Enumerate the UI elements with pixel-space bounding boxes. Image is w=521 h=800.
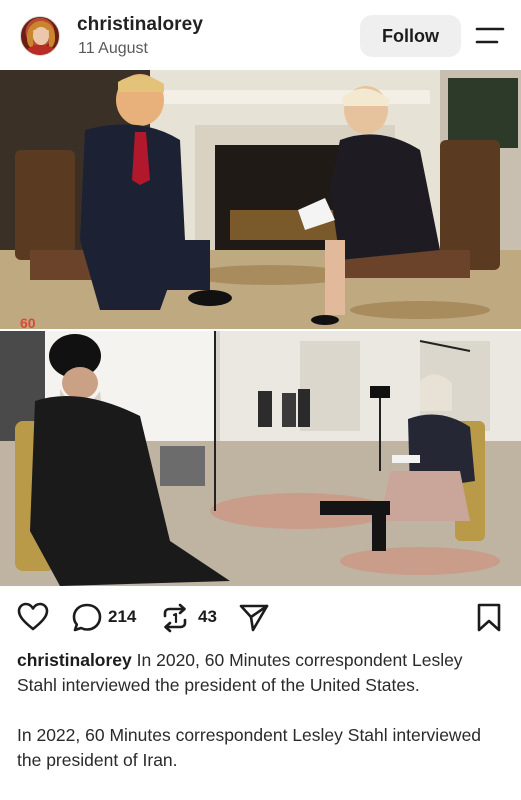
watermark-logo: 60 <box>20 315 36 329</box>
comment-icon[interactable] <box>71 602 103 632</box>
post-date: 11 August <box>78 40 148 57</box>
avatar[interactable] <box>20 16 60 56</box>
caption-text-2: In 2022, 60 Minutes correspondent Lesley… <box>17 725 482 770</box>
post-header: christinalorey 11 August Follow <box>0 0 521 70</box>
bottom-photo[interactable] <box>0 331 521 586</box>
share-icon[interactable] <box>238 602 270 632</box>
bookmark-icon[interactable] <box>476 602 502 632</box>
caption-username[interactable]: christinalorey <box>17 650 132 670</box>
comment-count: 214 <box>108 607 137 626</box>
menu-icon[interactable] <box>474 24 506 48</box>
repost-icon[interactable] <box>159 602 191 634</box>
heart-icon[interactable] <box>17 602 49 632</box>
post-caption: christinalorey In 2020, 60 Minutes corre… <box>17 648 497 798</box>
repost-count: 43 <box>198 607 217 626</box>
top-photo[interactable]: 60 <box>0 70 521 329</box>
post-username[interactable]: christinalorey <box>77 14 203 36</box>
action-bar: 214 43 <box>0 586 521 646</box>
follow-button[interactable]: Follow <box>360 15 461 57</box>
caption-paragraph-1: christinalorey In 2020, 60 Minutes corre… <box>17 648 497 698</box>
caption-paragraph-2: In 2022, 60 Minutes correspondent Lesley… <box>17 723 497 773</box>
